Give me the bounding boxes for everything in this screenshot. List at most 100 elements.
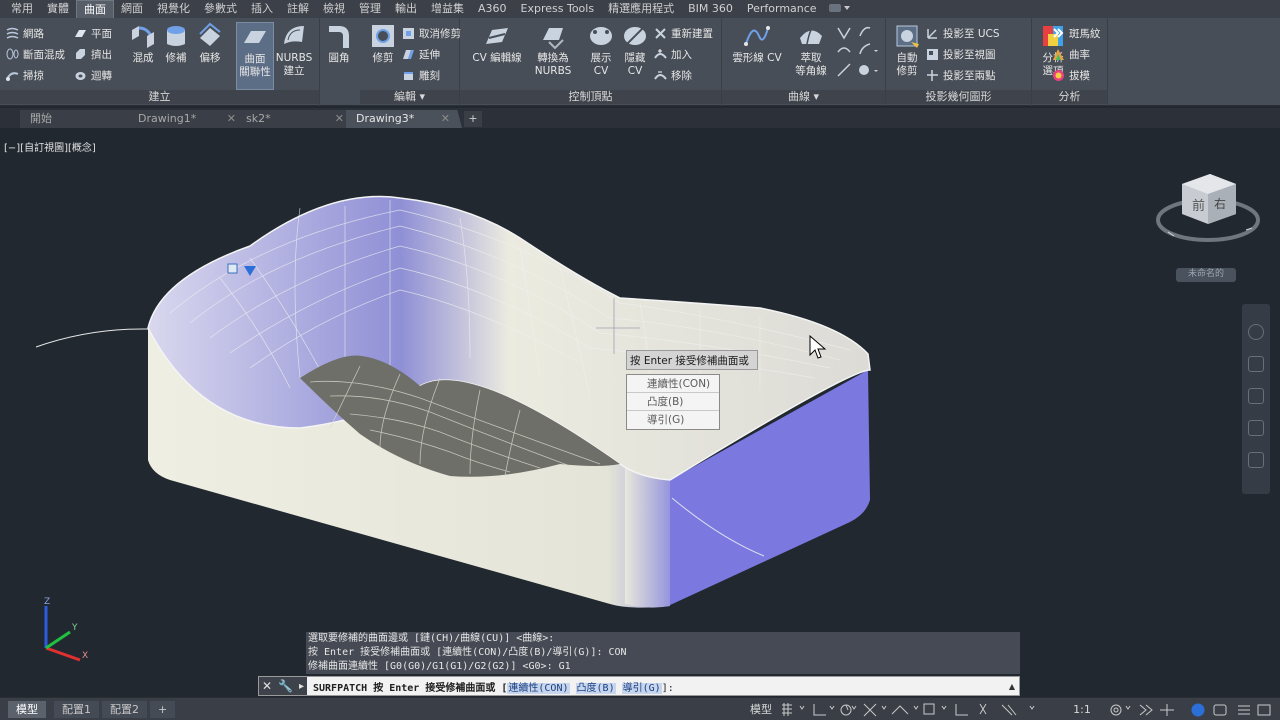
cmd-option-continuity[interactable]: 連續性(CON) [507,682,570,694]
pan-icon[interactable] [1248,356,1264,372]
viewcube[interactable]: 前 右 [1156,174,1260,242]
ribbon-tab-manage[interactable]: 管理 [352,0,388,18]
extrude-button[interactable]: 擠出 [74,45,112,63]
show-cv-button[interactable]: 展示 CV [582,22,620,78]
orbit-icon[interactable] [1248,420,1264,436]
untrim-button[interactable]: 取消修剪 [402,24,461,42]
ribbon-tab-output[interactable]: 輸出 [388,0,424,18]
ribbon-options-icon[interactable] [824,2,852,17]
model-space-toggle[interactable]: 模型 [746,701,776,718]
command-history-toggle-icon[interactable]: ▲ [1005,682,1019,691]
cmd-option-bulge[interactable]: 凸度(B) [575,682,616,694]
cmd-option-guides[interactable]: 導引(G) [621,682,662,694]
nurbs-creation-button[interactable]: NURBS 建立 [275,22,313,78]
drawing-viewport[interactable]: [−][自訂視圖][概念] 前 右 Z Y X 未命名的 按 Enter 接受修… [0,128,1280,694]
draft-button[interactable]: 拔模 [1052,66,1090,84]
autocad-window: 常用 實體 曲面 網面 視覺化 參數式 插入 註解 檢視 管理 輸出 增益集 A… [0,0,1280,720]
revolve-button[interactable]: 迴轉 [74,66,112,84]
doc-tab-start[interactable]: 開始 [20,110,140,128]
steering-wheel-icon[interactable] [1248,324,1264,340]
ribbon-tab-a360[interactable]: A360 [471,0,514,18]
spline-cv-button[interactable]: 雲形線 CV [732,22,782,65]
viewcube-right-label[interactable]: 右 [1214,196,1226,211]
layout-tab-layout2[interactable]: 配置2 [102,701,147,718]
add-layout-button[interactable]: + [150,701,176,718]
command-line[interactable]: ✕ 🔧 ▸ SURFPATCH 按 Enter 接受修補曲面或 [連續性(CON… [258,676,1020,696]
ribbon-group-project-geometry: 自動 修剪 投影至 UCS 投影至視圖 投影至兩點 投影幾何圖形 [886,18,1032,106]
drafting-toggles[interactable] [780,702,1070,718]
curve-tools-icons[interactable] [834,24,884,84]
curvature-button[interactable]: 曲率 [1052,45,1090,63]
network-button[interactable]: 網路 [6,24,44,42]
add-cv-button[interactable]: 加入 [654,45,692,63]
ribbon-tab-performance[interactable]: Performance [740,0,824,18]
recent-commands-icon[interactable]: ▸ [299,681,304,692]
ribbon-tab-solid[interactable]: 實體 [40,0,76,18]
layout-tab-layout1[interactable]: 配置1 [54,701,99,718]
project-to-2-points-button[interactable]: 投影至兩點 [926,66,996,84]
trim-button[interactable]: 修剪 [364,22,402,65]
wcs-menu[interactable]: 未命名的 [1176,268,1236,282]
option-continuity[interactable]: 連續性(CON) [627,375,719,393]
zoom-extents-icon[interactable] [1248,388,1264,404]
network-icon [6,27,19,39]
convert-to-nurbs-button[interactable]: 轉換為 NURBS [534,22,572,78]
ribbon-tab-featured-apps[interactable]: 精選應用程式 [601,0,681,18]
history-line: 修補曲面連續性 [G0(G0)/G1(G1)/G2(G2)] <G0>: G1 [306,660,1020,674]
zebra-icon [1053,27,1064,38]
loft-button[interactable]: 斷面混成 [6,45,65,63]
doc-tab-drawing3[interactable]: Drawing3* ✕ [346,110,462,128]
command-prompt[interactable]: SURFPATCH 按 Enter 接受修補曲面或 [連續性(CON) 凸度(B… [307,679,1005,694]
doc-tab-drawing1[interactable]: Drawing1* ✕ [128,110,248,128]
offset-button[interactable]: 偏移 [191,22,229,65]
ribbon-group-curves: 雲形線 CV 萃取 等角線 曲線 ▾ [722,18,886,106]
auto-trim-button[interactable]: 自動 修剪 [888,22,926,78]
ribbon-tab-view[interactable]: 檢視 [316,0,352,18]
close-command-line-icon[interactable]: ✕ [262,679,272,693]
edit-group-label[interactable]: 編輯 ▾ [360,90,459,104]
option-bulge[interactable]: 凸度(B) [627,393,719,411]
project-to-ucs-icon [927,28,937,39]
annotation-scale[interactable]: 1:1 [1070,701,1094,718]
layout-tab-model[interactable]: 模型 [8,701,46,718]
sculpt-button[interactable]: 雕刻 [402,66,440,84]
close-tab-icon[interactable]: ✕ [441,110,450,128]
hide-cv-button[interactable]: 隱藏 CV [616,22,654,78]
svg-text:Z: Z [44,597,50,607]
extend-button[interactable]: 延伸 [402,45,440,63]
doc-tab-sk2[interactable]: sk2* ✕ [236,110,356,128]
ribbon-tab-parametric[interactable]: 參數式 [197,0,244,18]
status-tray-icons[interactable] [1100,702,1276,718]
rebuild-button[interactable]: 重新建置 [654,24,713,42]
sweep-button[interactable]: 掃掠 [6,66,44,84]
project-to-view-button[interactable]: 投影至視圖 [926,45,996,63]
ribbon-tab-express-tools[interactable]: Express Tools [514,0,602,18]
ribbon-tab-bim360[interactable]: BIM 360 [681,0,740,18]
ribbon-tab-home[interactable]: 常用 [4,0,40,18]
surface-associativity-button[interactable]: 曲面 關聯性 [236,22,274,90]
curves-group-label[interactable]: 曲線 ▾ [722,90,885,104]
remove-cv-button[interactable]: 移除 [654,66,692,84]
zebra-button[interactable]: 斑馬紋 [1052,24,1101,42]
viewcube-front-label[interactable]: 前 [1192,198,1205,214]
close-tab-icon[interactable]: ✕ [335,110,344,128]
showmotion-icon[interactable] [1248,452,1264,468]
ribbon-tab-strip: 常用 實體 曲面 網面 視覺化 參數式 插入 註解 檢視 管理 輸出 增益集 A… [0,0,1280,18]
customize-wrench-icon[interactable]: 🔧 [278,679,293,693]
option-guides[interactable]: 導引(G) [627,411,719,429]
planar-button[interactable]: 平面 [74,24,112,42]
ribbon-tab-annotate[interactable]: 註解 [280,0,316,18]
patch-button[interactable]: 修補 [157,22,195,65]
ribbon-tab-mesh[interactable]: 網面 [114,0,150,18]
extract-isolines-button[interactable]: 萃取 等角線 [792,22,830,78]
close-tab-icon[interactable]: ✕ [227,110,236,128]
new-tab-button[interactable]: + [464,111,482,127]
guide-curve[interactable] [35,328,149,348]
fillet-button[interactable]: 圓角 [320,22,358,65]
ribbon-tab-insert[interactable]: 插入 [244,0,280,18]
project-to-ucs-button[interactable]: 投影至 UCS [926,24,1000,42]
ribbon-tab-visualize[interactable]: 視覺化 [150,0,197,18]
cv-edit-bar-button[interactable]: CV 編輯線 [472,22,522,65]
ribbon-tab-surface[interactable]: 曲面 [76,0,114,18]
ribbon-tab-addins[interactable]: 增益集 [424,0,471,18]
